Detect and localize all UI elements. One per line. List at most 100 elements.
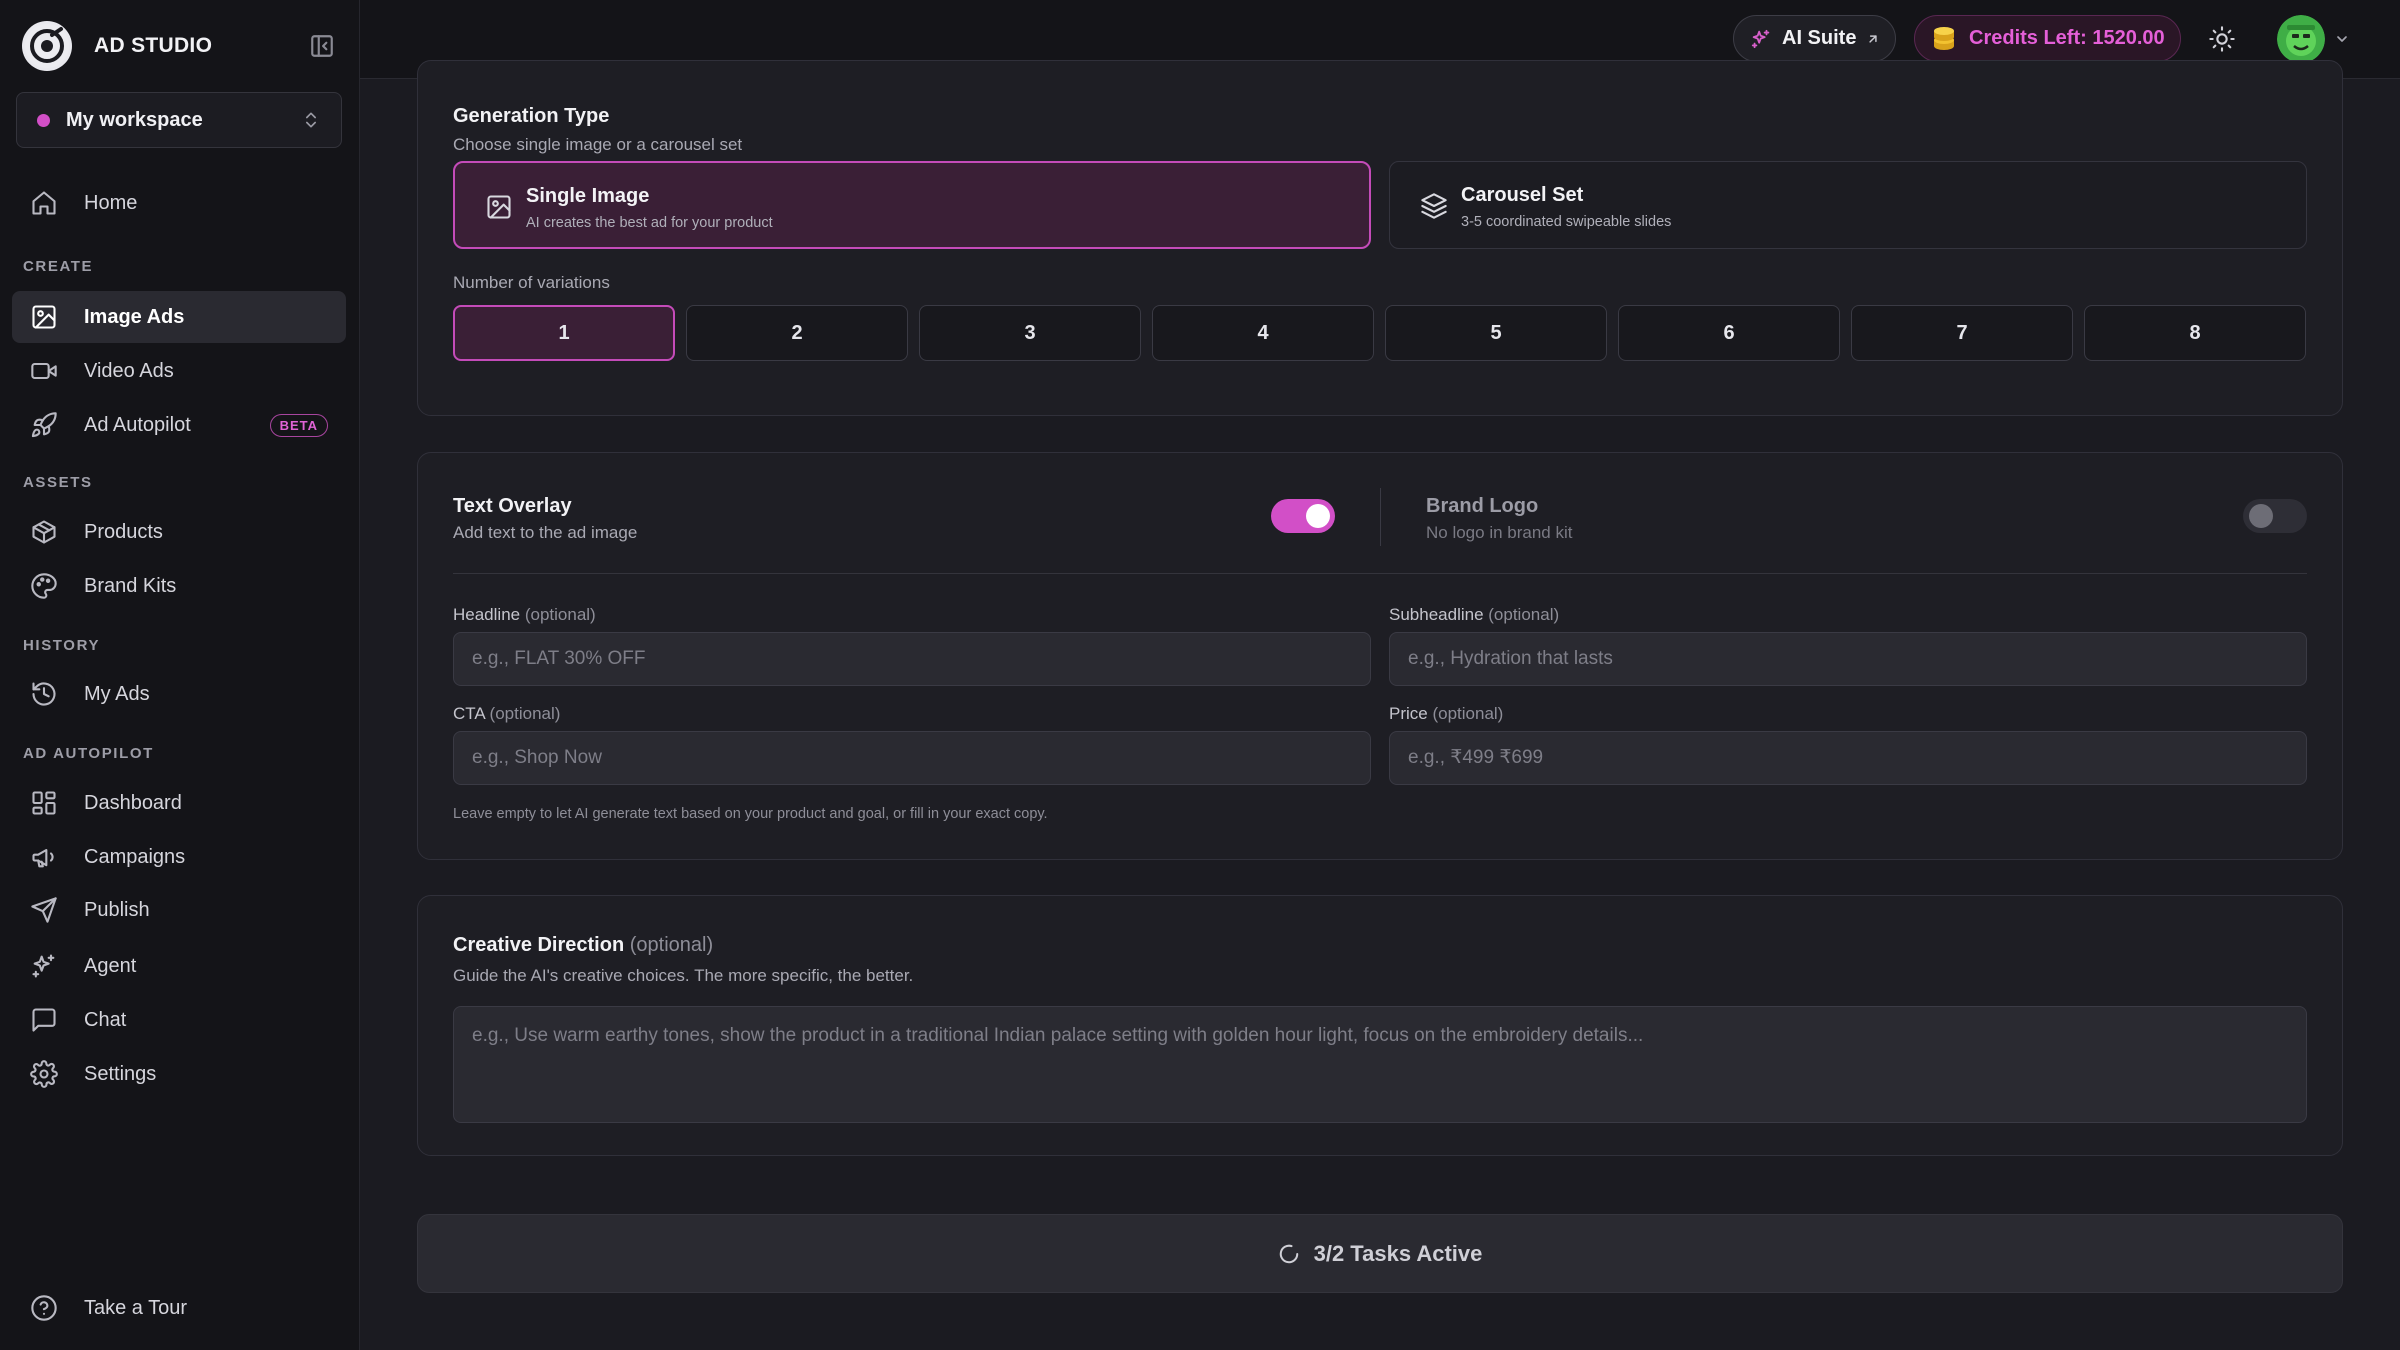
tasks-active-button[interactable]: 3/2 Tasks Active bbox=[417, 1214, 2343, 1293]
sun-icon[interactable] bbox=[2208, 25, 2236, 53]
section-label-assets: ASSETS bbox=[23, 474, 93, 491]
sidebar-item-image-ads[interactable]: Image Ads bbox=[12, 291, 346, 343]
brand-logo-icon bbox=[22, 21, 72, 71]
horizontal-divider bbox=[453, 573, 2307, 574]
text-overlay-toggle[interactable] bbox=[1271, 499, 1335, 533]
sidebar-item-label: Publish bbox=[84, 898, 150, 921]
variations-label: Number of variations bbox=[453, 273, 610, 292]
generation-type-card: Generation Type Choose single image or a… bbox=[417, 60, 2343, 416]
sidebar-item-label: Chat bbox=[84, 1008, 127, 1031]
creative-direction-card: Creative Direction (optional) Guide the … bbox=[417, 895, 2343, 1156]
rocket-icon bbox=[30, 411, 58, 439]
optional-text: (optional) bbox=[489, 704, 561, 723]
option-single-image[interactable]: Single Image AI creates the best ad for … bbox=[453, 161, 1371, 249]
sidebar-item-products[interactable]: Products bbox=[12, 506, 346, 558]
credits-label: Credits Left: 1520.00 bbox=[1969, 27, 2165, 49]
section-label-history: HISTORY bbox=[23, 637, 101, 654]
sidebar-item-dashboard[interactable]: Dashboard bbox=[12, 777, 346, 829]
creative-direction-title: Creative Direction (optional) bbox=[453, 934, 713, 957]
variation-button-6[interactable]: 6 bbox=[1618, 305, 1840, 361]
history-icon bbox=[30, 680, 58, 708]
text-overlay-subtitle: Add text to the ad image bbox=[453, 523, 638, 542]
brand-logo-title: Brand Logo bbox=[1426, 495, 1539, 517]
text-overlay-title: Text Overlay bbox=[453, 495, 572, 517]
creative-title-text: Creative Direction bbox=[453, 934, 625, 956]
brand-logo-toggle[interactable] bbox=[2243, 499, 2307, 533]
image-icon bbox=[30, 303, 58, 331]
vertical-divider bbox=[1380, 488, 1381, 546]
dashboard-icon bbox=[30, 789, 58, 817]
variation-button-8[interactable]: 8 bbox=[2084, 305, 2306, 361]
sidebar-item-chat[interactable]: Chat bbox=[12, 994, 346, 1046]
variation-button-7[interactable]: 7 bbox=[1851, 305, 2073, 361]
optional-text: (optional) bbox=[629, 934, 714, 956]
field-label-text: Headline bbox=[453, 605, 521, 624]
sidebar-item-label: Ad Autopilot bbox=[84, 413, 191, 436]
ai-suite-button[interactable]: AI Suite bbox=[1733, 15, 1896, 62]
option-subtitle: 3-5 coordinated swipeable slides bbox=[1461, 214, 1672, 230]
sidebar-item-label: Products bbox=[84, 520, 163, 543]
sparkles-icon bbox=[30, 952, 58, 980]
creative-direction-textarea[interactable] bbox=[453, 1006, 2307, 1123]
brand[interactable]: AD STUDIO bbox=[22, 20, 212, 72]
subheadline-label: Subheadline (optional) bbox=[1389, 605, 1559, 625]
variation-button-1[interactable]: 1 bbox=[453, 305, 675, 361]
sidebar-item-agent[interactable]: Agent bbox=[12, 940, 346, 992]
sidebar-item-label: Brand Kits bbox=[84, 574, 177, 597]
variation-button-5[interactable]: 5 bbox=[1385, 305, 1607, 361]
creative-direction-subtitle: Guide the AI's creative choices. The mor… bbox=[453, 966, 914, 985]
sidebar-item-home[interactable]: Home bbox=[12, 177, 346, 229]
variation-button-3[interactable]: 3 bbox=[919, 305, 1141, 361]
tasks-active-label: 3/2 Tasks Active bbox=[1313, 1240, 1483, 1266]
chevron-down-icon[interactable] bbox=[2334, 31, 2350, 47]
brand-logo-subtitle: No logo in brand kit bbox=[1426, 523, 1573, 542]
headline-input[interactable] bbox=[453, 632, 1371, 686]
option-subtitle: AI creates the best ad for your product bbox=[526, 215, 773, 231]
sidebar-collapse-icon[interactable] bbox=[309, 33, 335, 59]
section-label-ad-autopilot: AD AUTOPILOT bbox=[23, 745, 154, 762]
optional-text: (optional) bbox=[524, 605, 596, 624]
box-icon bbox=[30, 518, 58, 546]
sidebar-item-campaigns[interactable]: Campaigns bbox=[12, 831, 346, 883]
sidebar-item-label: My Ads bbox=[84, 682, 150, 705]
megaphone-icon bbox=[30, 843, 58, 871]
sidebar-item-label: Campaigns bbox=[84, 845, 186, 868]
sidebar-item-ad-autopilot[interactable]: Ad Autopilot BETA bbox=[12, 399, 346, 451]
optional-text: (optional) bbox=[1488, 605, 1560, 624]
chat-icon bbox=[30, 1006, 58, 1034]
option-title: Carousel Set bbox=[1461, 184, 1584, 206]
take-a-tour-button[interactable]: Take a Tour bbox=[12, 1282, 346, 1334]
overlay-hint: Leave empty to let AI generate text base… bbox=[453, 806, 1048, 822]
price-input[interactable] bbox=[1389, 731, 2307, 785]
sidebar-item-label: Settings bbox=[84, 1062, 157, 1085]
variation-button-2[interactable]: 2 bbox=[686, 305, 908, 361]
workspace-selector[interactable]: My workspace bbox=[16, 92, 342, 148]
palette-icon bbox=[30, 572, 58, 600]
chevron-up-down-icon bbox=[301, 110, 321, 130]
generation-type-subtitle: Choose single image or a carousel set bbox=[453, 135, 743, 154]
sidebar-item-video-ads[interactable]: Video Ads bbox=[12, 345, 346, 397]
option-carousel-set[interactable]: Carousel Set 3-5 coordinated swipeable s… bbox=[1389, 161, 2307, 249]
variation-button-4[interactable]: 4 bbox=[1152, 305, 1374, 361]
option-title: Single Image bbox=[526, 185, 650, 207]
loader-icon bbox=[1278, 1243, 1300, 1265]
headline-label: Headline (optional) bbox=[453, 605, 596, 625]
sidebar-item-label: Agent bbox=[84, 954, 137, 977]
sidebar-item-publish[interactable]: Publish bbox=[12, 884, 346, 936]
sidebar: AD STUDIO My workspace Home CREATE Image… bbox=[0, 0, 360, 1350]
subheadline-input[interactable] bbox=[1389, 632, 2307, 686]
sidebar-item-label: Take a Tour bbox=[84, 1296, 188, 1319]
field-label-text: Price bbox=[1389, 704, 1428, 723]
sidebar-item-my-ads[interactable]: My Ads bbox=[12, 668, 346, 720]
credits-badge[interactable]: Credits Left: 1520.00 bbox=[1914, 15, 2181, 62]
avatar[interactable] bbox=[2277, 15, 2325, 63]
sidebar-item-brand-kits[interactable]: Brand Kits bbox=[12, 560, 346, 612]
cta-input[interactable] bbox=[453, 731, 1371, 785]
ai-suite-label: AI Suite bbox=[1782, 27, 1857, 49]
field-label-text: CTA bbox=[453, 704, 485, 723]
help-circle-icon bbox=[30, 1294, 58, 1322]
send-icon bbox=[30, 896, 58, 924]
toggle-knob bbox=[2249, 504, 2273, 528]
sidebar-item-label: Home bbox=[84, 191, 138, 214]
sidebar-item-settings[interactable]: Settings bbox=[12, 1048, 346, 1100]
